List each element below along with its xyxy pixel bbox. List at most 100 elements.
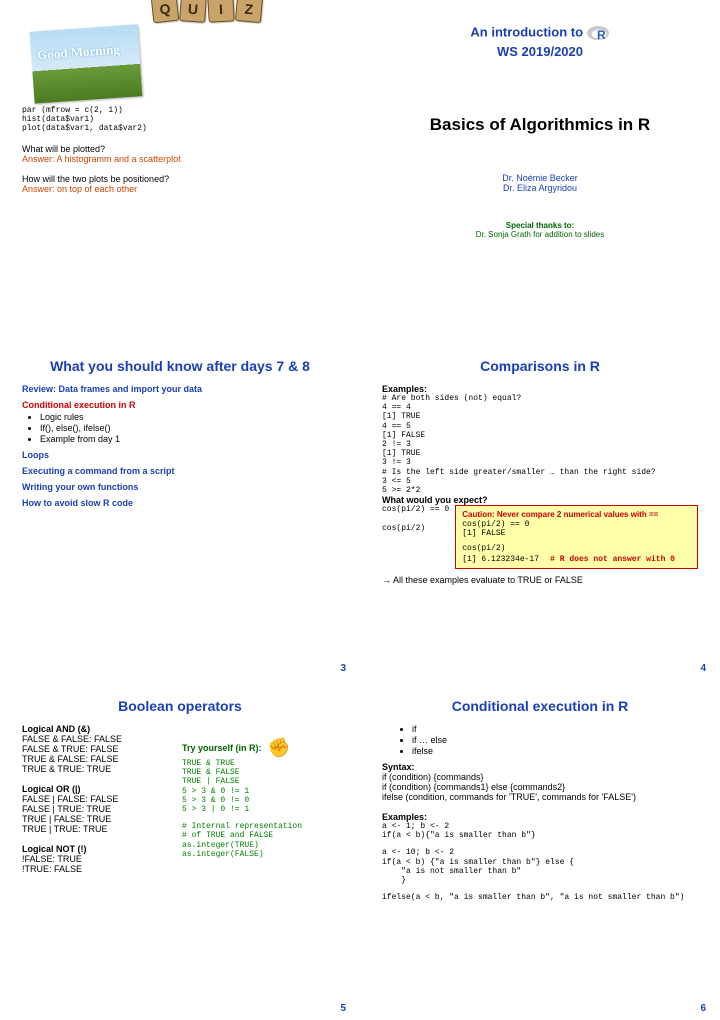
answer-1: Answer: A histogramm and a scatterplot [22,154,338,164]
code-output: [1] FALSE [382,431,698,440]
topic-highlight: Conditional execution in R [22,400,338,410]
thanks-text: Dr. Sonja Grath for addition to slides [382,230,698,239]
code-line: 2 != 3 [382,440,698,449]
answer-2: Answer: on top of each other [22,184,338,194]
slide-2-title: An introduction to R WS 2019/2020 Basics… [360,0,720,340]
bullet: Example from day 1 [40,434,338,444]
slide-number: 5 [340,1003,346,1014]
good-morning-image: Good Morning [30,24,143,103]
code-line: a <- 10; b <- 2 [382,848,698,857]
and-heading: Logical AND (&) [22,724,162,734]
code-line: 4 == 5 [382,422,698,431]
try-code: as.integer(FALSE) [182,850,338,859]
try-yourself-label: Try yourself (in R): [182,743,262,753]
code-line: 4 == 4 [382,403,698,412]
topic: Loops [22,450,338,460]
code-output: [1] FALSE [462,529,691,538]
truth-row: FALSE | FALSE: FALSE [22,794,162,804]
truth-row: TRUE | FALSE: TRUE [22,814,162,824]
code-line: "a is not smaller than b" [382,867,698,876]
topic: Writing your own functions [22,482,338,492]
try-code: 5 > 3 & 0 != 0 [182,796,338,805]
try-code: TRUE & TRUE [182,759,338,768]
slide-1-quiz: Good Morning Q U I Z par (mfrow = c(2, 1… [0,0,360,340]
sub-bullets: Logic rules If(), else(), ifelse() Examp… [22,412,338,444]
caution-box: Caution: Never compare 2 numerical value… [455,505,698,569]
syntax-line: if (condition) {commands} [382,772,698,782]
try-code: as.integer(TRUE) [182,841,338,850]
slide-3-overview: What you should know after days 7 & 8 Re… [0,340,360,680]
what-would-you-expect: What would you expect? [382,495,698,505]
code-output: [1] TRUE [382,449,698,458]
code-line: hist(data$var1) [22,115,338,124]
code-line: cos(pi/2) [382,524,449,533]
bullet-list: if if … else ifelse [394,724,698,756]
bullet: if … else [412,735,698,745]
code-comment: # Internal representation [182,822,338,831]
syntax-line: ifelse (condition, commands for 'TRUE', … [382,792,698,802]
quiz-tile: Q [151,0,180,23]
truth-row: TRUE & FALSE: FALSE [22,754,162,764]
slide-5-boolean: Boolean operators Logical AND (&) FALSE … [0,680,360,1020]
slide-number: 3 [340,663,346,674]
code-output: [1] TRUE [382,412,698,421]
slide-number: 4 [700,663,706,674]
slide-number: 6 [700,1003,706,1014]
quiz-tile: Z [235,0,263,23]
code-line: cos(pi/2) == 0 [462,520,691,529]
r-logo-icon: R [586,24,610,44]
slide-title: Conditional execution in R [382,698,698,714]
code-line: cos(pi/2) [462,544,691,553]
fist-icon: ✊ [266,736,292,761]
truth-row: FALSE & FALSE: FALSE [22,734,162,744]
code-line: 5 >= 2*2 [382,486,698,495]
code-line: if(a < b){"a is smaller than b"} [382,831,698,840]
main-title: Basics of Algorithmics in R [382,115,698,135]
examples-label: Examples: [382,384,698,394]
bullet: If(), else(), ifelse() [40,423,338,433]
code-comment: # of TRUE and FALSE [182,831,338,840]
truth-row: TRUE | TRUE: TRUE [22,824,162,834]
slide-4-comparisons: Comparisons in R Examples: # Are both si… [360,340,720,680]
author: Dr. Eliza Argyridou [382,183,698,193]
quiz-tile: I [207,0,234,23]
quiz-tiles: Q U I Z [152,0,262,22]
topic: How to avoid slow R code [22,498,338,508]
or-heading: Logical OR (|) [22,784,162,794]
topic: Executing a command from a script [22,466,338,476]
slide-title: Boolean operators [22,698,338,714]
code-line: a <- 1; b <- 2 [382,822,698,831]
syntax-line: if (condition) {commands1} else {command… [382,782,698,792]
code-comment: # Are both sides (not) equal? [382,394,698,403]
topic: Review: Data frames and import your data [22,384,338,394]
code-line: if(a < b) {"a is smaller than b"} else { [382,858,698,867]
code-line: 3 != 3 [382,458,698,467]
question-1: What will be plotted? [22,144,338,154]
bullet: if [412,724,698,734]
thanks-label: Special thanks to: [382,221,698,230]
code-line: } [382,876,698,885]
try-code: TRUE & FALSE [182,768,338,777]
try-code: 5 > 3 | 0 != 1 [182,805,338,814]
svg-text:R: R [597,28,606,42]
slide-6-conditional: Conditional execution in R if if … else … [360,680,720,1020]
code-line: plot(data$var1, data$var2) [22,124,338,133]
code-line: cos(pi/2) == 0 [382,505,449,514]
intro-line: An introduction to [470,24,583,39]
try-code: TRUE | FALSE [182,777,338,786]
truth-row: FALSE & TRUE: FALSE [22,744,162,754]
bullet: ifelse [412,746,698,756]
truth-row: !TRUE: FALSE [22,864,162,874]
slide-title: What you should know after days 7 & 8 [22,358,338,374]
question-2: How will the two plots be positioned? [22,174,338,184]
code-output: [1] 6.123234e-17 [462,555,539,564]
good-morning-text: Good Morning [37,42,121,64]
try-code: 5 > 3 & 0 != 1 [182,787,338,796]
code-line: 3 <= 5 [382,477,698,486]
code-comment: # Is the left side greater/smaller … tha… [382,468,698,477]
syntax-heading: Syntax: [382,762,698,772]
code-annotation: # R does not answer with 0 [550,555,675,564]
code-line: par (mfrow = c(2, 1)) [22,106,338,115]
code-line: ifelse(a < b, "a is smaller than b", "a … [382,893,698,902]
truth-row: FALSE | TRUE: TRUE [22,804,162,814]
